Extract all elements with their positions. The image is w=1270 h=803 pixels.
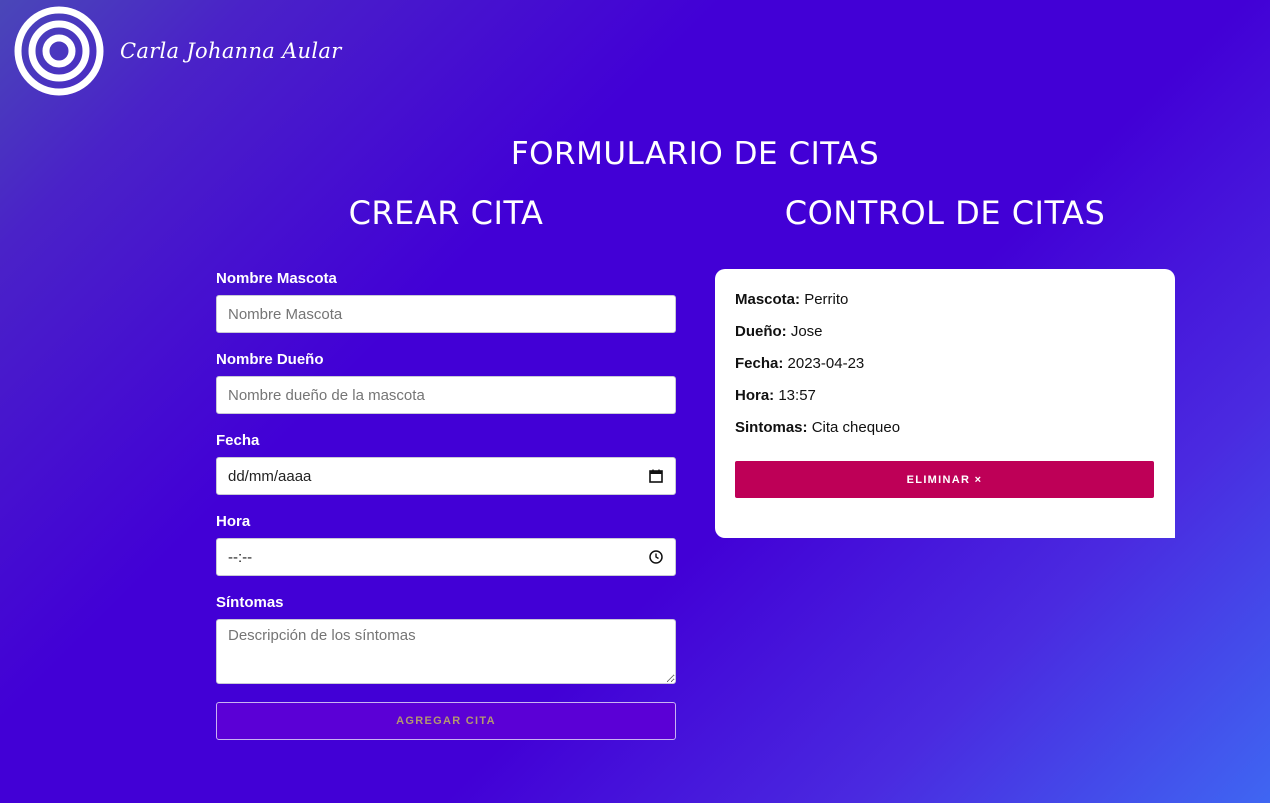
brand-name: Carla Johanna Aular [120, 39, 342, 63]
owner-name-input[interactable]: Nombre dueño de la mascota [216, 376, 676, 414]
appointment-date-label: Fecha: [735, 355, 784, 372]
delete-appointment-button[interactable]: ELIMINAR × [735, 461, 1154, 498]
time-label: Hora [216, 513, 251, 530]
calendar-icon[interactable] [648, 468, 664, 484]
pet-name-field: Nombre Mascota Nombre Mascota [216, 270, 676, 333]
appointment-owner-value: Jose [790, 323, 823, 340]
date-label: Fecha [216, 432, 260, 449]
owner-name-label: Nombre Dueño [216, 351, 324, 368]
appointment-owner-label: Dueño: [735, 323, 787, 340]
time-input[interactable]: --:-- [216, 538, 676, 576]
symptoms-textarea[interactable] [216, 619, 676, 684]
date-input[interactable]: dd/mm/aaaa [216, 457, 676, 495]
concentric-circles-logo-icon [14, 6, 104, 96]
brand-header: Carla Johanna Aular [14, 6, 342, 96]
appointment-symptoms-label: Sintomas: [735, 419, 808, 436]
appointment-owner-row: Dueño: Jose [735, 323, 1155, 341]
pet-name-input[interactable]: Nombre Mascota [216, 295, 676, 333]
appointment-time-label: Hora: [735, 387, 775, 404]
appointment-symptoms-value: Cita chequeo [811, 419, 901, 436]
create-appointment-title: CREAR CITA [348, 194, 544, 232]
appointments-control-title: CONTROL DE CITAS [784, 194, 1106, 232]
appointment-date-row: Fecha: 2023-04-23 [735, 355, 1155, 373]
appointment-pet-value: Perrito [804, 291, 849, 308]
owner-name-placeholder: Nombre dueño de la mascota [228, 386, 425, 404]
page-title: FORMULARIO DE CITAS [510, 136, 880, 172]
date-field: Fecha dd/mm/aaaa [216, 432, 676, 495]
clock-icon[interactable] [648, 549, 664, 565]
symptoms-label: Síntomas [216, 594, 284, 611]
appointment-form: Nombre Mascota Nombre Mascota Nombre Due… [216, 270, 676, 740]
time-field: Hora --:-- [216, 513, 676, 576]
owner-name-field: Nombre Dueño Nombre dueño de la mascota [216, 351, 676, 414]
pet-name-placeholder: Nombre Mascota [228, 305, 343, 323]
appointment-pet-label: Mascota: [735, 291, 801, 308]
date-placeholder: dd/mm/aaaa [228, 467, 312, 485]
time-placeholder: --:-- [228, 548, 253, 566]
add-appointment-button[interactable]: AGREGAR CITA [216, 702, 676, 740]
appointment-pet-row: Mascota: Perrito [735, 291, 1155, 309]
appointment-card: Mascota: Perrito Dueño: Jose Fecha: 2023… [715, 269, 1175, 538]
appointment-symptoms-row: Sintomas: Cita chequeo [735, 419, 1155, 437]
appointment-time-row: Hora: 13:57 [735, 387, 1155, 405]
symptoms-field: Síntomas [216, 594, 676, 684]
pet-name-label: Nombre Mascota [216, 270, 337, 287]
appointment-time-value: 13:57 [778, 387, 816, 404]
appointment-date-value: 2023-04-23 [787, 355, 865, 372]
